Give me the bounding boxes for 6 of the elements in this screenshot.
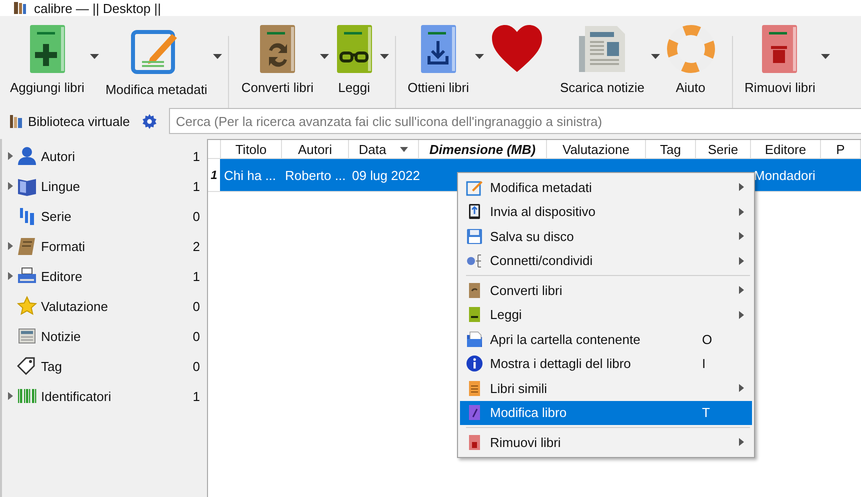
table-cell-text: Roberto ... bbox=[284, 166, 347, 184]
table-cell-text: Mondadori bbox=[753, 166, 816, 184]
row-number: 1 bbox=[208, 159, 220, 191]
table-cell-text: Chi ha ... bbox=[223, 166, 278, 184]
window-title: calibre — || Desktop || bbox=[34, 0, 161, 16]
table-cell-text: 09 lug 2022 bbox=[351, 166, 418, 185]
